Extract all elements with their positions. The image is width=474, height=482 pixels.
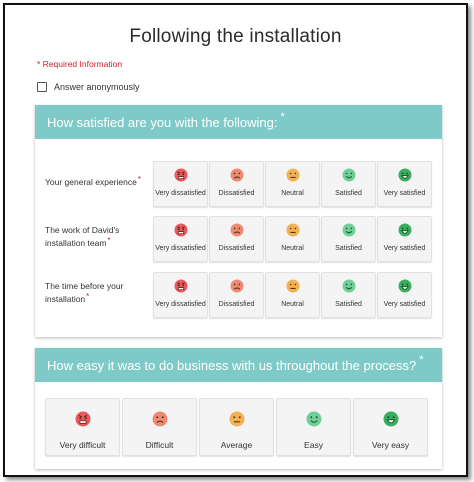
ease-option[interactable]: Difficult — [122, 398, 197, 456]
very-angry-face-icon — [75, 399, 91, 432]
neutral-face-icon — [286, 217, 300, 242]
rating-option-label: Very satisfied — [383, 301, 426, 308]
rating-option[interactable]: Very dissatisfied — [153, 272, 208, 318]
rating-option-label: Neutral — [281, 190, 304, 197]
sad-face-icon — [230, 162, 244, 187]
ease-option-label: Difficult — [145, 440, 174, 450]
neutral-face-icon — [286, 273, 300, 298]
smile-face-icon — [342, 162, 356, 187]
required-mark: * — [86, 292, 90, 301]
rating-option-label: Neutral — [281, 245, 304, 252]
rating-option-label: Neutral — [281, 301, 304, 308]
rating-option[interactable]: Dissatisfied — [209, 161, 264, 207]
smile-face-icon — [342, 273, 356, 298]
rating-row: The work of David's installation team* V… — [35, 216, 442, 262]
rating-option-label: Very satisfied — [383, 245, 426, 252]
rating-option[interactable]: Very satisfied — [377, 161, 432, 207]
rating-option[interactable]: Satisfied — [321, 161, 376, 207]
row-label-text: The time before your installation — [45, 281, 124, 304]
required-mark: * — [137, 175, 141, 184]
row-label-text: Your general experience — [45, 177, 137, 187]
big-smile-face-icon — [383, 399, 399, 432]
ease-question: How easy it was to do business with us t… — [47, 357, 417, 373]
rating-option[interactable]: Satisfied — [321, 272, 376, 318]
big-smile-face-icon — [398, 273, 412, 298]
ease-option-label: Very easy — [371, 440, 410, 450]
smile-face-icon — [306, 399, 322, 432]
big-smile-face-icon — [398, 217, 412, 242]
rating-option[interactable]: Dissatisfied — [209, 272, 264, 318]
very-angry-face-icon — [174, 273, 188, 298]
ease-option[interactable]: Very easy — [353, 398, 428, 456]
required-mark: * — [280, 111, 285, 123]
ease-option-label: Average — [220, 440, 253, 450]
ease-card: How easy it was to do business with us t… — [35, 348, 442, 469]
required-mark: * — [107, 236, 111, 245]
sad-face-icon — [230, 273, 244, 298]
smile-face-icon — [342, 217, 356, 242]
rating-option[interactable]: Very satisfied — [377, 272, 432, 318]
ease-option-label: Very difficult — [59, 440, 106, 450]
row-label: Your general experience* — [45, 175, 155, 189]
required-mark: * — [419, 354, 424, 366]
very-angry-face-icon — [174, 162, 188, 187]
rating-option[interactable]: Satisfied — [321, 216, 376, 262]
rating-row: Your general experience* Very dissatisfi… — [35, 161, 442, 207]
ease-header: How easy it was to do business with us t… — [35, 348, 442, 382]
ease-option[interactable]: Easy — [276, 398, 351, 456]
rating-option[interactable]: Very dissatisfied — [153, 216, 208, 262]
survey-frame: Following the installation * Required In… — [3, 3, 468, 477]
rating-option-label: Very dissatisfied — [155, 245, 206, 252]
anonymous-label: Answer anonymously — [54, 82, 140, 92]
ease-option[interactable]: Very difficult — [45, 398, 120, 456]
satisfaction-card: How satisfied are you with the following… — [35, 105, 442, 337]
rating-option[interactable]: Very dissatisfied — [153, 161, 208, 207]
rating-option-label: Dissatisfied — [218, 190, 255, 197]
rating-option-label: Satisfied — [335, 301, 362, 308]
rating-row: The time before your installation* Very … — [35, 272, 442, 318]
rating-option[interactable]: Dissatisfied — [209, 216, 264, 262]
rating-option-label: Satisfied — [335, 245, 362, 252]
satisfaction-header: How satisfied are you with the following… — [35, 105, 442, 139]
sad-face-icon — [152, 399, 168, 432]
ease-option-label: Easy — [304, 440, 323, 450]
sad-face-icon — [230, 217, 244, 242]
rating-option[interactable]: Neutral — [265, 272, 320, 318]
anonymous-checkbox[interactable] — [37, 82, 47, 92]
neutral-face-icon — [286, 162, 300, 187]
satisfaction-question: How satisfied are you with the following… — [47, 114, 278, 130]
ease-option[interactable]: Average — [199, 398, 274, 456]
rating-option[interactable]: Neutral — [265, 161, 320, 207]
rating-option-label: Very satisfied — [383, 190, 426, 197]
rating-option-label: Dissatisfied — [218, 245, 255, 252]
rating-option-label: Very dissatisfied — [155, 301, 206, 308]
very-angry-face-icon — [174, 217, 188, 242]
big-smile-face-icon — [398, 162, 412, 187]
rating-option-label: Very dissatisfied — [155, 190, 206, 197]
row-label: The work of David's installation team* — [45, 224, 155, 250]
rating-option[interactable]: Very satisfied — [377, 216, 432, 262]
required-note: * Required Information — [37, 59, 123, 69]
rating-option-label: Satisfied — [335, 190, 362, 197]
row-label: The time before your installation* — [45, 280, 155, 306]
anonymous-option[interactable]: Answer anonymously — [37, 82, 140, 92]
page-title: Following the installation — [129, 26, 342, 47]
neutral-face-icon — [229, 399, 245, 432]
rating-option[interactable]: Neutral — [265, 216, 320, 262]
rating-option-label: Dissatisfied — [218, 301, 255, 308]
